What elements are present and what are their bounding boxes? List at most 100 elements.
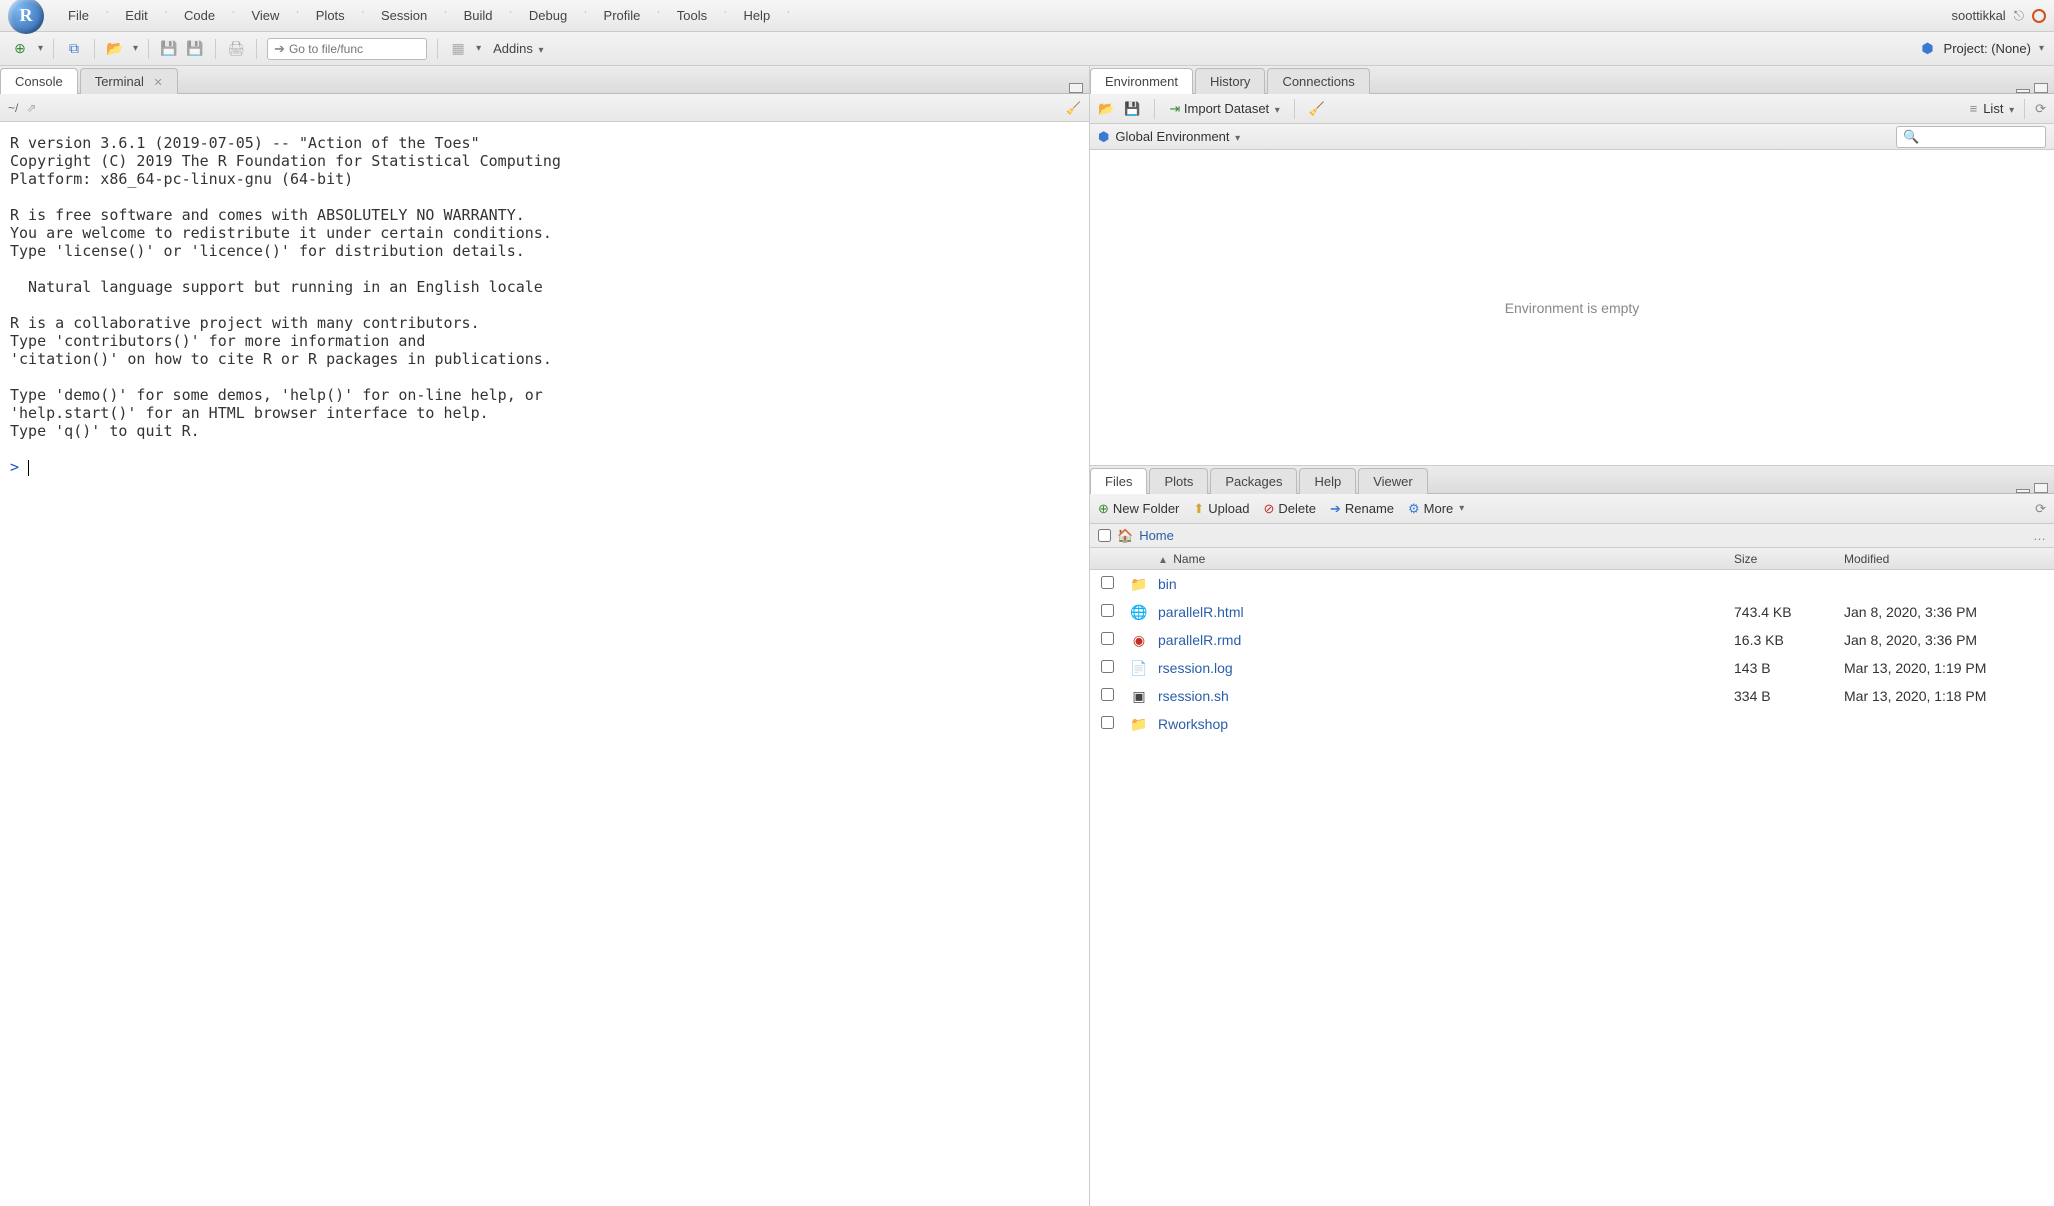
header-size[interactable]: Size <box>1734 552 1844 566</box>
row-checkbox[interactable] <box>1101 604 1114 617</box>
more-path-icon[interactable]: … <box>2033 528 2046 543</box>
toolbar-sep <box>215 39 216 59</box>
file-name[interactable]: Rworkshop <box>1154 716 1734 732</box>
row-checkbox[interactable] <box>1101 716 1114 729</box>
menu-help[interactable]: Help <box>733 4 780 27</box>
new-folder-button[interactable]: ⊕ New Folder <box>1098 501 1179 517</box>
row-checkbox[interactable] <box>1101 576 1114 589</box>
env-tabbar-right <box>2016 83 2054 93</box>
row-checkbox-cell <box>1090 576 1124 592</box>
maximize-pane-icon[interactable] <box>2034 483 2048 493</box>
file-name[interactable]: rsession.log <box>1154 660 1734 676</box>
new-file-icon[interactable]: ⊕ <box>10 39 30 59</box>
row-checkbox-cell <box>1090 688 1124 704</box>
grid-icon[interactable]: ▦ <box>448 39 468 59</box>
breadcrumb-home[interactable]: Home <box>1139 528 1174 543</box>
files-header: ▲ Name Size Modified <box>1090 548 2054 570</box>
file-row: ◉parallelR.rmd16.3 KBJan 8, 2020, 3:36 P… <box>1090 626 2054 654</box>
tab-plots[interactable]: Plots <box>1149 468 1208 494</box>
import-dataset-button[interactable]: ⇥ Import Dataset ▾ <box>1169 101 1279 117</box>
chevron-down-icon[interactable]: ▾ <box>2039 43 2044 54</box>
tab-connections[interactable]: Connections <box>1267 68 1369 94</box>
env-search[interactable]: 🔍 <box>1896 126 2046 148</box>
menu-plots[interactable]: Plots <box>306 4 355 27</box>
select-all-checkbox[interactable] <box>1098 529 1111 542</box>
goto-input[interactable] <box>289 42 420 56</box>
file-type-icon: 📁 <box>1124 716 1154 733</box>
chevron-down-icon[interactable]: ▾ <box>133 43 138 54</box>
menu-file[interactable]: File <box>58 4 99 27</box>
menu-view[interactable]: View <box>241 4 289 27</box>
menu-tools[interactable]: Tools <box>667 4 717 27</box>
tab-terminal[interactable]: Terminal ✕ <box>80 68 178 94</box>
chevron-down-icon[interactable]: ▾ <box>476 43 481 54</box>
header-modified[interactable]: Modified <box>1844 552 2054 566</box>
delete-button[interactable]: ⊘ Delete <box>1263 501 1315 517</box>
menu-edit[interactable]: Edit <box>115 4 157 27</box>
menu-code[interactable]: Code <box>174 4 225 27</box>
close-icon[interactable]: ✕ <box>153 77 162 89</box>
minimize-pane-icon[interactable] <box>2016 489 2030 493</box>
file-name[interactable]: parallelR.html <box>1154 604 1734 620</box>
maximize-pane-icon[interactable] <box>1069 83 1083 93</box>
file-name[interactable]: parallelR.rmd <box>1154 632 1734 648</box>
console-path-link-icon[interactable]: ⇗ <box>26 101 36 115</box>
console-body[interactable]: R version 3.6.1 (2019-07-05) -- "Action … <box>0 122 1089 1206</box>
tab-help[interactable]: Help <box>1299 468 1356 494</box>
maximize-pane-icon[interactable] <box>2034 83 2048 93</box>
load-workspace-icon[interactable]: 📂 <box>1098 101 1114 117</box>
row-checkbox[interactable] <box>1101 688 1114 701</box>
tab-viewer[interactable]: Viewer <box>1358 468 1428 494</box>
menu-session[interactable]: Session <box>371 4 437 27</box>
menu-sep: · <box>441 4 449 27</box>
clear-workspace-icon[interactable]: 🧹 <box>1309 101 1325 117</box>
rstudio-logo-icon: R <box>8 0 44 34</box>
col-name-label: Name <box>1173 552 1205 566</box>
save-icon[interactable]: 💾 <box>159 39 179 59</box>
project-label[interactable]: Project: (None) <box>1944 41 2031 56</box>
file-name[interactable]: rsession.sh <box>1154 688 1734 704</box>
print-icon[interactable]: 🖨 <box>226 39 246 59</box>
delete-label: Delete <box>1278 501 1316 516</box>
console-tabbar: Console Terminal ✕ <box>0 66 1089 94</box>
row-checkbox[interactable] <box>1101 632 1114 645</box>
file-name[interactable]: bin <box>1154 576 1734 592</box>
broom-icon[interactable]: 🧹 <box>1066 101 1081 115</box>
chevron-down-icon[interactable]: ▾ <box>38 43 43 54</box>
addins-menu[interactable]: Addins ▾ <box>487 41 549 56</box>
home-icon[interactable]: 🏠 <box>1117 528 1133 544</box>
env-search-input[interactable] <box>1919 130 2039 144</box>
scope-select[interactable]: Global Environment ▾ <box>1115 129 1240 144</box>
save-workspace-icon[interactable]: 💾 <box>1124 101 1140 117</box>
tab-history[interactable]: History <box>1195 68 1265 94</box>
tab-packages[interactable]: Packages <box>1210 468 1297 494</box>
row-checkbox-cell <box>1090 604 1124 620</box>
menu-profile[interactable]: Profile <box>594 4 651 27</box>
signout-icon[interactable]: ⎋ <box>2014 8 2024 24</box>
save-all-icon[interactable]: 💾 <box>185 39 205 59</box>
goto-file-function[interactable]: ➔ <box>267 38 427 60</box>
chevron-down-icon: ▾ <box>1235 133 1240 144</box>
header-name[interactable]: ▲ Name <box>1154 552 1734 566</box>
upload-button[interactable]: ⬆ Upload <box>1193 501 1249 517</box>
open-file-icon[interactable]: 📂 <box>105 39 125 59</box>
view-mode-select[interactable]: List ▾ <box>1983 101 2014 116</box>
tab-environment[interactable]: Environment <box>1090 68 1193 94</box>
new-project-icon[interactable]: ⧉ <box>64 39 84 59</box>
row-checkbox-cell <box>1090 660 1124 676</box>
tab-console[interactable]: Console <box>0 68 78 94</box>
menu-debug[interactable]: Debug <box>519 4 577 27</box>
power-icon[interactable] <box>2032 9 2046 23</box>
tab-files[interactable]: Files <box>1090 468 1147 494</box>
refresh-icon[interactable]: ⟳ <box>2035 501 2046 517</box>
tab-terminal-label: Terminal <box>95 74 144 89</box>
toolbar-sep <box>1294 99 1295 119</box>
row-checkbox[interactable] <box>1101 660 1114 673</box>
more-button[interactable]: ⚙ More ▾ <box>1408 501 1464 517</box>
chevron-down-icon: ▾ <box>1459 503 1464 514</box>
refresh-icon[interactable]: ⟳ <box>2035 101 2046 117</box>
main-toolbar: ⊕▾ ⧉ 📂▾ 💾 💾 🖨 ➔ ▦▾ Addins ▾ ⬢ Project: (… <box>0 32 2054 66</box>
rename-button[interactable]: ➔ Rename <box>1330 501 1394 517</box>
minimize-pane-icon[interactable] <box>2016 89 2030 93</box>
menu-build[interactable]: Build <box>454 4 503 27</box>
